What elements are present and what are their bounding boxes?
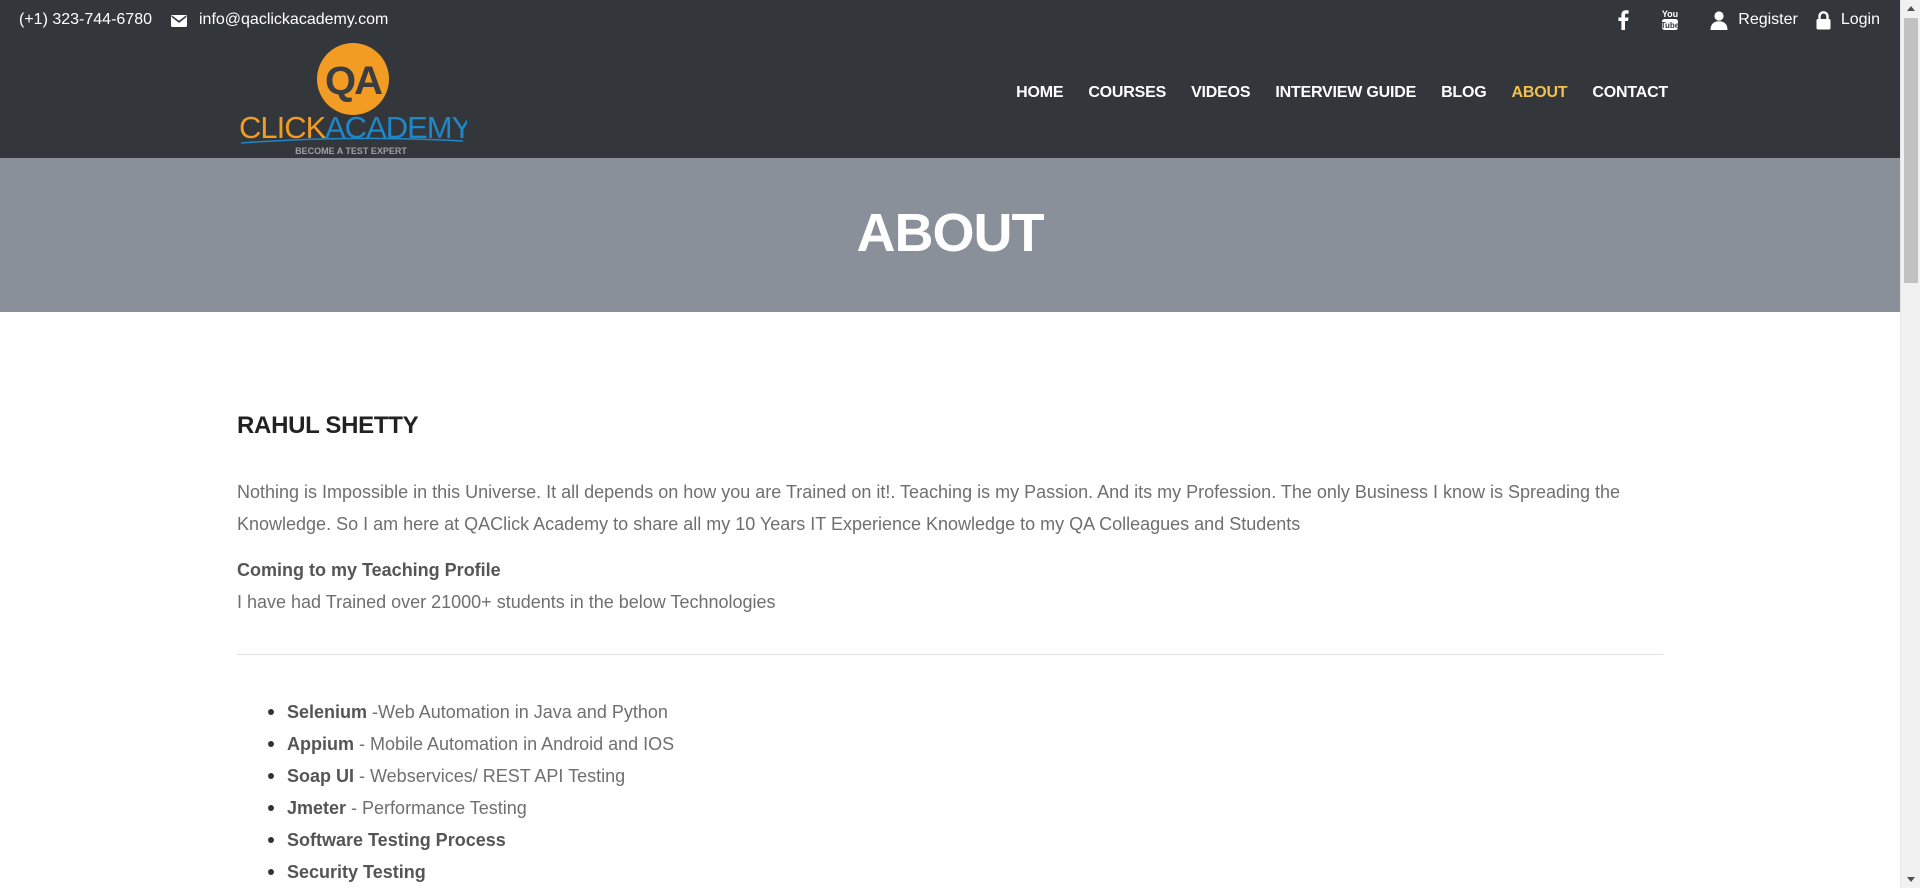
user-icon (1710, 10, 1728, 30)
nav-about[interactable]: ABOUT (1511, 84, 1567, 102)
technology-name: Security Testing (287, 862, 426, 882)
nav-videos[interactable]: VIDEOS (1191, 84, 1250, 102)
lock-icon (1816, 10, 1831, 30)
intro-paragraph: Nothing is Impossible in this Universe. … (237, 482, 1621, 534)
nav-interview-guide[interactable]: INTERVIEW GUIDE (1275, 84, 1416, 102)
technology-desc: - Performance Testing (346, 798, 527, 818)
youtube-icon[interactable]: You Tube (1659, 8, 1681, 32)
nav-contact[interactable]: CONTACT (1592, 84, 1668, 102)
svg-text:Tube: Tube (1661, 21, 1680, 30)
page-title-band: ABOUT (0, 158, 1900, 312)
logo-tagline: BECOME A TEST EXPERT (295, 146, 407, 156)
author-name-heading: RAHUL SHETTY (237, 412, 419, 439)
login-link[interactable]: Login (1841, 11, 1880, 29)
nav-blog[interactable]: BLOG (1441, 84, 1487, 102)
content-divider (237, 654, 1663, 655)
site-header: QA CLICK ACADEMY BECOME A TEST EXPERT HO… (0, 40, 1900, 158)
technology-desc: - Mobile Automation in Android and IOS (354, 734, 675, 754)
vertical-scrollbar[interactable] (1900, 0, 1920, 888)
facebook-icon[interactable] (1616, 10, 1630, 30)
technology-name: Software Testing Process (287, 830, 506, 850)
list-item: Selenium -Web Automation in Java and Pyt… (267, 696, 674, 728)
contact-info: (+1) 323-744-6780 info@qaclickacademy.co… (19, 0, 388, 40)
teaching-profile-subheading: Coming to my Teaching Profile (237, 560, 501, 580)
technology-name: Appium (287, 734, 354, 754)
top-contact-bar: (+1) 323-744-6780 info@qaclickacademy.co… (0, 0, 1900, 40)
trained-students-text: I have had Trained over 21000+ students … (237, 592, 776, 612)
scrollbar-thumb[interactable] (1904, 18, 1918, 283)
technology-desc: -Web Automation in Java and Python (367, 702, 668, 722)
nav-courses[interactable]: COURSES (1088, 84, 1166, 102)
scroll-up-arrow-icon[interactable] (1901, 0, 1920, 17)
technology-name: Soap UI (287, 766, 355, 786)
technology-name: Selenium (287, 702, 368, 722)
page-title: ABOUT (856, 202, 1045, 263)
scroll-down-arrow-icon[interactable] (1901, 871, 1920, 888)
page-viewport: (+1) 323-744-6780 info@qaclickacademy.co… (0, 0, 1900, 888)
list-item: Software Testing Process (267, 824, 674, 856)
envelope-icon (170, 14, 187, 27)
social-and-account: You Tube Register Login (1616, 0, 1880, 40)
list-item: Jmeter - Performance Testing (267, 792, 674, 824)
list-item: Appium - Mobile Automation in Android an… (267, 728, 675, 760)
technologies-list: Selenium -Web Automation in Java and Pyt… (267, 696, 675, 888)
email-link[interactable]: info@qaclickacademy.com (199, 11, 388, 29)
logo-badge-text: QA (325, 59, 382, 103)
list-item: Security Testing (267, 856, 674, 888)
list-item: Soap UI - Webservices/ REST API Testing (267, 760, 674, 792)
main-navigation: HOME COURSES VIDEOS INTERVIEW GUIDE BLOG… (991, 40, 1668, 145)
site-logo[interactable]: QA CLICK ACADEMY BECOME A TEST EXPERT (237, 42, 473, 158)
technology-name: Jmeter (287, 798, 347, 818)
phone-number: (+1) 323-744-6780 (19, 11, 152, 28)
technology-desc: - Webservices/ REST API Testing (354, 766, 626, 786)
register-link[interactable]: Register (1738, 11, 1798, 29)
nav-home[interactable]: HOME (1016, 84, 1063, 102)
svg-text:You: You (1662, 9, 1678, 19)
